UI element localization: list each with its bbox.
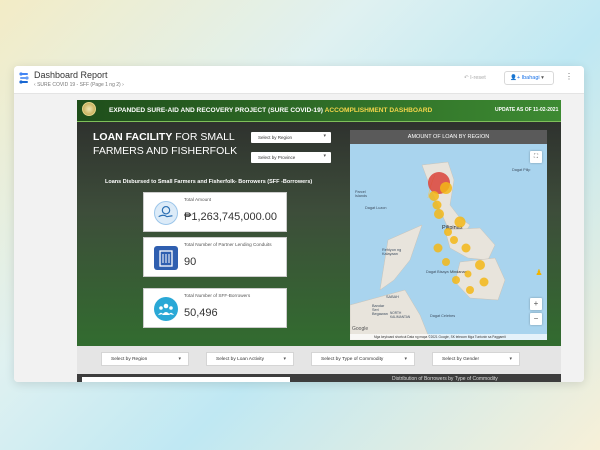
filter-commodity-select[interactable]: Select by Type of Commodity ▾ (311, 352, 415, 366)
reset-button[interactable]: ↶ I-reset (464, 75, 486, 81)
dashboard-title: EXPANDED SURE-AID AND RECOVERY PROJECT (… (109, 107, 432, 114)
lending-conduits-card: Total Number of Partner Lending Conduits… (143, 237, 287, 277)
dropdown-arrow-icon: ▾ (323, 133, 326, 139)
loan-bubble (454, 216, 466, 228)
dashboard-page: EXPANDED SURE-AID AND RECOVERY PROJECT (… (77, 100, 561, 346)
loan-region-map[interactable]: AMOUNT OF LOAN BY REGION Dagat Pilip Par… (350, 130, 547, 340)
loan-bubble (461, 243, 471, 253)
data-studio-logo-icon (19, 72, 29, 84)
loan-bubble (429, 191, 439, 201)
report-canvas: EXPANDED SURE-AID AND RECOVERY PROJECT (… (14, 94, 584, 382)
filter-label: Select by Region (111, 357, 148, 362)
dashboard-title-highlight: ACCOMPLISHMENT DASHBOARD (324, 107, 433, 114)
loan-facility-bold: LOAN FACILITY (93, 131, 173, 143)
loan-bubble (479, 277, 489, 287)
report-window: Dashboard Report ‹ SURE COVID 19 - SFF (… (14, 66, 584, 382)
filter-bar: Select by Region ▾ Select by Loan Activit… (77, 346, 561, 374)
share-label: Ibahagi (521, 75, 540, 81)
loan-bubble (450, 236, 458, 244)
pegman-icon[interactable]: ♟ (533, 267, 545, 279)
loan-bubble (444, 228, 452, 236)
card-value: 50,496 (184, 307, 218, 319)
filter-label: Select by Type of Commodity (321, 357, 384, 362)
page-breadcrumb[interactable]: ‹ SURE COVID 19 - SFF (Page 1 ng 2) › (34, 82, 124, 88)
next-section-panel (82, 377, 290, 382)
loan-bubble (475, 260, 485, 270)
people-group-icon (154, 297, 178, 321)
building-icon (154, 246, 178, 270)
dropdown-arrow-icon: ▾ (404, 356, 407, 362)
loan-bubble (440, 182, 452, 194)
region-select-label: Select by Region (258, 135, 293, 140)
dashboard-title-main: EXPANDED SURE-AID AND RECOVERY PROJECT (… (109, 107, 325, 114)
report-title: Dashboard Report (34, 70, 108, 80)
update-date: UPDATE AS OF 11-02-2021 (495, 107, 559, 113)
filter-label: Select by Loan Activity (216, 357, 264, 362)
agency-seal-icon (82, 102, 96, 116)
dropdown-arrow-icon: ▾ (283, 356, 286, 362)
filter-loan-activity-select[interactable]: Select by Loan Activity ▾ (206, 352, 294, 366)
loan-bubble (464, 270, 472, 278)
card-label: Total Number of SFF-Borrowers (184, 293, 251, 298)
chevron-down-icon[interactable]: ▾ (540, 75, 544, 81)
card-value: 90 (184, 256, 197, 268)
filter-label: Select by Gender (442, 357, 480, 362)
loan-bubble (452, 276, 460, 284)
loan-bubble (466, 286, 474, 294)
loan-bubble (433, 243, 443, 253)
loan-facility-title: LOAN FACILITY FOR SMALL FARMERS AND FISHE… (93, 130, 243, 158)
chevron-right-icon[interactable]: › (121, 82, 124, 88)
map-attribution: Mga keyboard shortcut Data ng mapa ©2021… (350, 334, 547, 340)
sff-borrowers-card: Total Number of SFF-Borrowers 50,496 (143, 288, 287, 328)
fullscreen-icon[interactable]: ⛶ (530, 151, 542, 163)
dropdown-arrow-icon: ▾ (178, 356, 181, 362)
dropdown-arrow-icon: ▾ (323, 153, 326, 159)
total-amount-card: Total Amount ₱1,263,745,000.00 (143, 192, 287, 232)
dropdown-arrow-icon: ▾ (509, 356, 512, 362)
breadcrumb-label: SURE COVID 19 - SFF (Page 1 ng 2) (37, 82, 121, 88)
loan-bubble (432, 200, 442, 210)
card-label: Total Number of Partner Lending Conduits (184, 242, 272, 247)
province-select-label: Select by Province (258, 155, 296, 160)
loan-facility-rest: FOR SMALL (172, 131, 235, 143)
loan-bubble (442, 258, 450, 266)
share-button[interactable]: 👤+ Ibahagi ▾ (504, 71, 554, 85)
more-options-icon[interactable]: ⋮ (565, 72, 573, 81)
loans-heading: Loans Disbursed to Small Farmers and Fis… (105, 179, 313, 185)
card-value: ₱1,263,745,000.00 (184, 211, 277, 223)
loan-bubble (434, 209, 444, 219)
reset-label: I-reset (470, 75, 486, 81)
filter-region-select[interactable]: Select by Region ▾ (101, 352, 189, 366)
zoom-in-icon[interactable]: + (530, 298, 542, 310)
region-select[interactable]: Select by Region ▾ (251, 132, 331, 143)
filter-gender-select[interactable]: Select by Gender ▾ (432, 352, 520, 366)
add-person-icon: 👤+ (510, 75, 522, 81)
zoom-out-icon[interactable]: − (530, 313, 542, 325)
loan-facility-line2: FARMERS AND FISHERFOLK (93, 145, 238, 157)
money-hand-icon (154, 201, 178, 225)
card-label: Total Amount (184, 197, 212, 202)
top-bar: Dashboard Report ‹ SURE COVID 19 - SFF (… (14, 66, 584, 94)
next-section-title: Distribution of Borrowers by Type of Com… (392, 376, 498, 382)
loan-bubbles (428, 172, 489, 294)
province-select[interactable]: Select by Province ▾ (251, 152, 331, 163)
dashboard-header: EXPANDED SURE-AID AND RECOVERY PROJECT (… (77, 100, 561, 122)
